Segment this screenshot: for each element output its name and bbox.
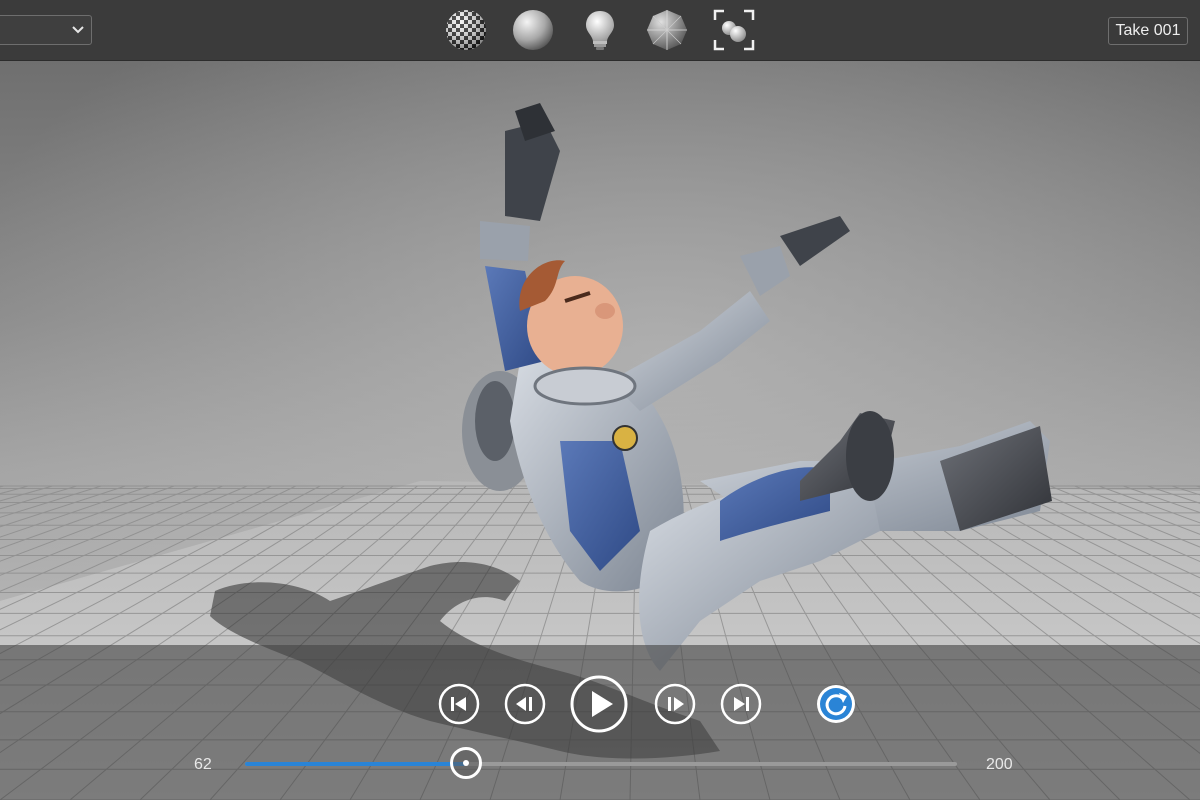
light-bulb-icon[interactable]: [578, 8, 622, 52]
step-forward-icon[interactable]: [654, 683, 696, 725]
frame-selection-icon[interactable]: [712, 8, 756, 52]
scrubber-handle[interactable]: [449, 747, 482, 779]
shaded-sphere-icon[interactable]: [511, 8, 555, 52]
checker-sphere-icon[interactable]: [444, 8, 488, 52]
top-toolbar: Take 001: [0, 0, 1200, 61]
skip-to-start-icon[interactable]: [438, 683, 480, 725]
wireframe-sphere-icon[interactable]: [645, 8, 689, 52]
current-frame-label: 62: [194, 756, 212, 773]
play-icon[interactable]: [570, 675, 628, 733]
timeline-progress: [245, 762, 466, 766]
take-selector[interactable]: Take 001: [1108, 17, 1188, 45]
playback-controls: 62 200: [0, 645, 1200, 800]
end-frame-label: 200: [986, 756, 1013, 773]
timeline-scrubber[interactable]: [245, 747, 957, 779]
scene-dropdown[interactable]: [0, 15, 92, 45]
take-label: Take 001: [1115, 22, 1181, 39]
loop-icon[interactable]: [816, 684, 856, 724]
skip-to-end-icon[interactable]: [720, 683, 762, 725]
step-back-icon[interactable]: [504, 683, 546, 725]
chevron-down-icon: [72, 26, 84, 34]
